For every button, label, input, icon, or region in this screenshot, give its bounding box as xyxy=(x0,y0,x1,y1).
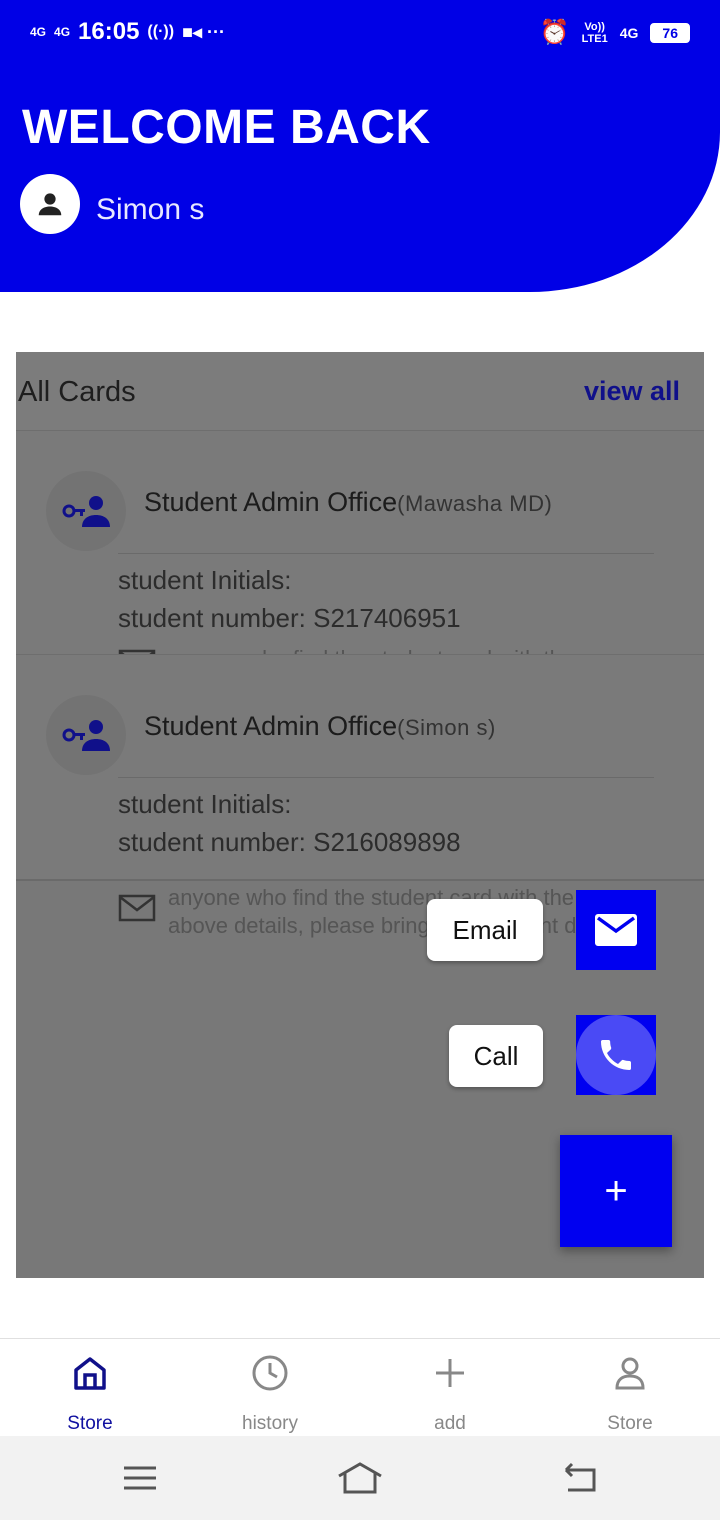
card-initials: student Initials: xyxy=(118,565,292,595)
nav-label-add: add xyxy=(434,1413,466,1434)
lte-text: LTE1 xyxy=(581,32,608,45)
status-left: 4G 4G 16:05 ((·)) ■◂ ··· xyxy=(30,18,225,46)
card-title: Student Admin Office(Simon s) xyxy=(144,711,496,742)
nav-label-history: history xyxy=(242,1413,298,1434)
status-right: ⏰ Vo)) LTE1 4G 76 xyxy=(540,18,690,47)
net-label: 4G xyxy=(619,24,639,41)
bottom-navigation: Store history add Store xyxy=(0,1338,720,1437)
card-office: Student Admin Office xyxy=(144,711,398,741)
welcome-title: WELCOME BACK xyxy=(22,101,431,154)
back-icon[interactable] xyxy=(560,1460,600,1496)
card-owner: (Simon s) xyxy=(397,715,496,740)
nav-label-profile: Store xyxy=(607,1413,653,1434)
status-time: 16:05 xyxy=(78,18,140,45)
mail-outline-icon xyxy=(118,894,156,922)
home-outline-icon[interactable] xyxy=(335,1460,385,1496)
signal-1: 4G xyxy=(30,24,47,39)
alarm-icon: ⏰ xyxy=(539,19,570,46)
plus-icon xyxy=(436,1359,464,1387)
card-icon-wrap xyxy=(46,695,126,775)
key-user-icon xyxy=(62,720,110,751)
person-icon xyxy=(38,193,62,216)
add-fab-button[interactable]: + xyxy=(560,1135,672,1247)
signal-2: 4G xyxy=(54,24,71,39)
person-icon xyxy=(615,1357,645,1390)
mail-icon xyxy=(595,914,637,946)
email-fab-label[interactable]: Email xyxy=(427,899,543,961)
call-fab[interactable] xyxy=(576,1015,656,1095)
card-message-overflow: anyone who find the student card with th… xyxy=(168,884,638,940)
card-number: student number: S216089898 xyxy=(118,827,461,857)
card-icon-wrap xyxy=(46,471,126,551)
card-message-line2: above details, please bring it to the fr… xyxy=(168,913,611,938)
key-user-icon xyxy=(62,496,110,527)
system-navigation-bar xyxy=(0,1436,720,1520)
nav-label-store: Store xyxy=(67,1413,113,1434)
card-initials: student Initials: xyxy=(118,789,292,819)
card-divider xyxy=(118,777,654,778)
nav-item-add[interactable]: add xyxy=(360,1339,540,1437)
phone-icon xyxy=(601,1040,631,1070)
plus-symbol: + xyxy=(604,1168,628,1213)
volte-label: Vo)) LTE1 xyxy=(582,21,608,45)
nav-item-history[interactable]: history xyxy=(180,1339,360,1437)
card-divider xyxy=(118,553,654,554)
menu-icon[interactable] xyxy=(120,1460,160,1496)
card-item[interactable]: Student Admin Office(Mawasha MD) student… xyxy=(16,430,704,657)
nav-item-store[interactable]: Store xyxy=(0,1339,180,1437)
card-item[interactable]: Student Admin Office(Simon s) student In… xyxy=(16,654,704,881)
avatar[interactable] xyxy=(20,174,80,234)
clock-icon xyxy=(252,1355,288,1391)
call-fab-label[interactable]: Call xyxy=(449,1025,543,1087)
card-owner: (Mawasha MD) xyxy=(397,491,553,516)
view-all-link[interactable]: view all xyxy=(584,376,680,407)
battery-icon: 76 xyxy=(650,22,690,43)
email-fab[interactable] xyxy=(576,890,656,970)
volte-text: Vo)) xyxy=(584,20,605,33)
nav-item-profile[interactable]: Store xyxy=(540,1339,720,1437)
card-number: student number: S217406951 xyxy=(118,603,461,633)
username: Simon s xyxy=(96,193,205,226)
card-office: Student Admin Office xyxy=(144,487,398,517)
hotspot-icon: ((·)) xyxy=(147,23,175,40)
cards-header: All Cards view all xyxy=(16,352,704,430)
video-icon: ■◂ ··· xyxy=(182,21,225,42)
app-header: 4G 4G 16:05 ((·)) ■◂ ··· ⏰ Vo)) LTE1 4G … xyxy=(0,0,720,292)
status-bar: 4G 4G 16:05 ((·)) ■◂ ··· ⏰ Vo)) LTE1 4G … xyxy=(0,0,720,66)
card-title: Student Admin Office(Mawasha MD) xyxy=(144,487,552,518)
section-title: All Cards xyxy=(18,376,136,408)
home-icon xyxy=(74,1357,106,1390)
